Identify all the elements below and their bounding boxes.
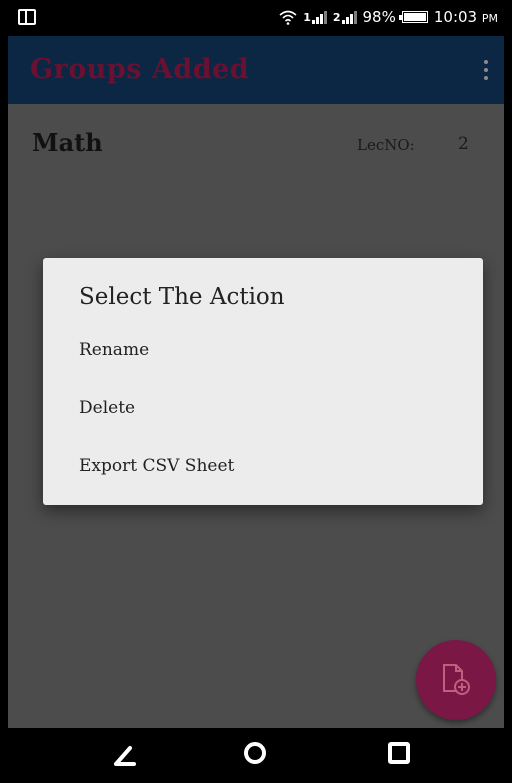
recent-apps-icon[interactable]	[388, 742, 410, 764]
back-icon[interactable]	[112, 744, 138, 766]
clock-time: 10:03	[433, 8, 478, 26]
screen-mirror-icon	[18, 9, 36, 25]
export-csv-option[interactable]: Export CSV Sheet	[79, 446, 459, 486]
dialog-title: Select The Action	[79, 284, 285, 310]
clock-ampm: PM	[481, 12, 498, 25]
battery-icon	[398, 11, 428, 23]
navigation-bar	[8, 728, 504, 783]
list-item[interactable]: Math LecNO: 2	[8, 104, 504, 174]
rename-option[interactable]: Rename	[79, 330, 459, 370]
lecture-count-value: 2	[458, 134, 469, 154]
sim2-label: 2	[332, 11, 341, 24]
wifi-icon	[279, 10, 297, 25]
action-dialog: Select The Action Rename Delete Export C…	[43, 258, 483, 505]
page-title: Groups Added	[30, 54, 250, 85]
overflow-menu-icon[interactable]	[484, 60, 490, 80]
status-indicators: 1 2 98% 10:03 PM	[279, 8, 498, 26]
clock: 10:03 PM	[434, 8, 498, 26]
delete-option[interactable]: Delete	[79, 388, 459, 428]
sim2-signal-icon: 2	[333, 10, 357, 24]
add-file-icon	[443, 664, 470, 695]
phone-screen: 1 2 98% 10:03 PM Groups Added Math LecNO…	[8, 0, 504, 783]
battery-percent: 98%	[362, 8, 396, 26]
lecture-count-label: LecNO:	[357, 136, 415, 154]
add-group-button[interactable]	[416, 640, 496, 720]
sim1-signal-icon: 1	[303, 10, 327, 24]
sim1-label: 1	[303, 11, 311, 24]
status-bar: 1 2 98% 10:03 PM	[8, 0, 504, 36]
home-icon[interactable]	[244, 742, 266, 764]
app-bar: Groups Added	[8, 36, 504, 104]
group-name: Math	[32, 128, 103, 157]
